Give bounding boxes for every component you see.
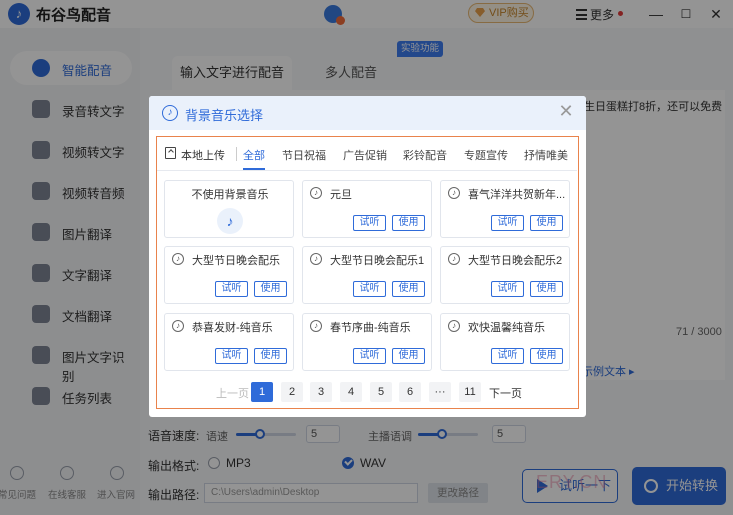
music-title: 春节序曲-纯音乐 <box>330 322 411 334</box>
no-music-card[interactable]: 不使用背景音乐 ♪ <box>164 180 294 238</box>
preview-button[interactable]: 试听 <box>491 281 524 297</box>
music-card: ♪ 恭喜发财-纯音乐 试听 使用 <box>164 313 294 371</box>
music-card: ♪ 大型节日晚会配乐 试听 使用 <box>164 246 294 304</box>
page-6-button[interactable]: 6 <box>399 382 421 402</box>
preview-button[interactable]: 试听 <box>353 281 386 297</box>
use-button[interactable]: 使用 <box>392 215 425 231</box>
preview-button[interactable]: 试听 <box>353 348 386 364</box>
upload-icon <box>165 147 176 159</box>
music-title: 大型节日晚会配乐 <box>192 255 280 267</box>
use-button[interactable]: 使用 <box>392 281 425 297</box>
page-4-button[interactable]: 4 <box>340 382 362 402</box>
use-button[interactable]: 使用 <box>254 348 287 364</box>
music-note-icon: ♪ <box>310 187 322 199</box>
category-tab-lyric[interactable]: 抒情唯美 <box>524 147 568 163</box>
category-tab-promo[interactable]: 广告促销 <box>343 147 387 163</box>
use-button[interactable]: 使用 <box>530 281 563 297</box>
music-card: ♪ 喜气洋洋共贺新年... 试听 使用 <box>440 180 570 238</box>
music-note-icon: ♪ <box>172 253 184 265</box>
preview-button[interactable]: 试听 <box>491 215 524 231</box>
music-note-icon: ♪ <box>448 187 460 199</box>
use-button[interactable]: 使用 <box>254 281 287 297</box>
dialog-title: 背景音乐选择 <box>185 108 264 123</box>
category-tab-all[interactable]: 全部 <box>243 147 265 163</box>
music-note-icon: ♪ <box>172 320 184 332</box>
music-note-icon: ♪ <box>310 253 322 265</box>
music-note-icon: ♪ <box>448 320 460 332</box>
bg-music-dialog: ♪ 背景音乐选择 ✕ 本地上传 全部 节日祝福 广告促销 彩铃配音 专题宣传 抒… <box>149 96 586 417</box>
music-title: 大型节日晚会配乐2 <box>468 255 563 267</box>
music-browser-panel: 本地上传 全部 节日祝福 广告促销 彩铃配音 专题宣传 抒情唯美 不使用背景音乐… <box>156 136 579 409</box>
next-page-button[interactable]: 下一页 <box>489 385 522 401</box>
page-5-button[interactable]: 5 <box>370 382 392 402</box>
music-card: ♪ 大型节日晚会配乐1 试听 使用 <box>302 246 432 304</box>
category-tab-festival[interactable]: 节日祝福 <box>282 147 326 163</box>
use-button[interactable]: 使用 <box>392 348 425 364</box>
use-button[interactable]: 使用 <box>530 348 563 364</box>
music-card: ♪ 大型节日晚会配乐2 试听 使用 <box>440 246 570 304</box>
page-11-button[interactable]: 11 <box>459 382 481 402</box>
preview-button[interactable]: 试听 <box>215 281 248 297</box>
music-note-icon: ♪ <box>162 105 178 121</box>
page-ellipsis[interactable]: ··· <box>429 382 451 402</box>
active-tab-indicator <box>243 168 265 170</box>
music-note-icon: ♪ <box>448 253 460 265</box>
music-note-icon: ♪ <box>310 320 322 332</box>
category-bar: 本地上传 全部 节日祝福 广告促销 彩铃配音 专题宣传 抒情唯美 <box>157 137 577 171</box>
page-2-button[interactable]: 2 <box>281 382 303 402</box>
music-title: 元旦 <box>330 189 352 201</box>
category-tab-topic[interactable]: 专题宣传 <box>464 147 508 163</box>
music-title: 大型节日晚会配乐1 <box>330 255 425 267</box>
local-upload-button[interactable]: 本地上传 <box>165 147 225 163</box>
no-music-label: 不使用背景音乐 <box>191 189 269 201</box>
page-3-button[interactable]: 3 <box>310 382 332 402</box>
dialog-close-button[interactable]: ✕ <box>557 101 575 121</box>
music-card: ♪ 元旦 试听 使用 <box>302 180 432 238</box>
local-upload-label: 本地上传 <box>181 150 225 162</box>
music-title: 喜气洋洋共贺新年... <box>468 189 566 201</box>
divider <box>236 147 237 161</box>
page-1-button[interactable]: 1 <box>251 382 273 402</box>
prev-page-button[interactable]: 上一页 <box>216 385 249 401</box>
category-tab-ringtone[interactable]: 彩铃配音 <box>403 147 447 163</box>
preview-button[interactable]: 试听 <box>491 348 524 364</box>
music-card: ♪ 欢快温馨纯音乐 试听 使用 <box>440 313 570 371</box>
music-note-icon: ♪ <box>217 208 243 234</box>
use-button[interactable]: 使用 <box>530 215 563 231</box>
preview-button[interactable]: 试听 <box>353 215 386 231</box>
preview-button[interactable]: 试听 <box>215 348 248 364</box>
dialog-header: ♪ 背景音乐选择 ✕ <box>149 96 586 130</box>
music-title: 恭喜发财-纯音乐 <box>192 322 273 334</box>
music-title: 欢快温馨纯音乐 <box>468 322 545 334</box>
music-card: ♪ 春节序曲-纯音乐 试听 使用 <box>302 313 432 371</box>
